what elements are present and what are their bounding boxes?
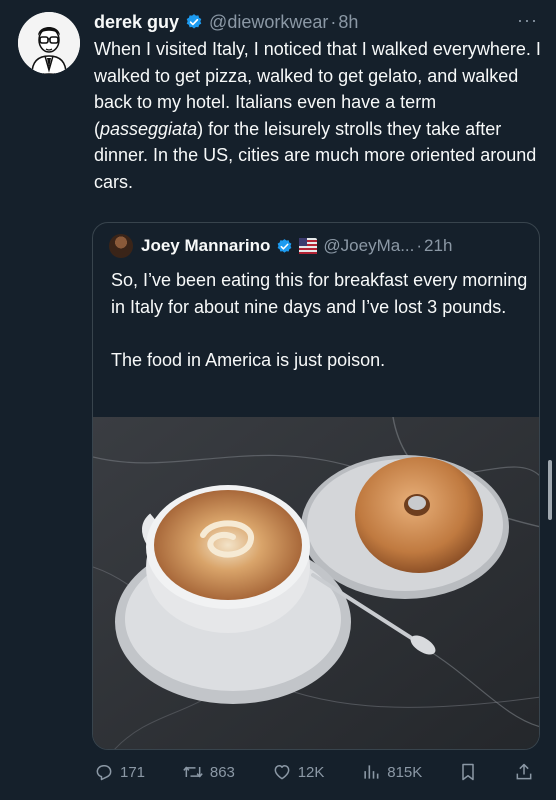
separator-dot: ·	[416, 236, 423, 255]
heart-icon	[274, 765, 290, 780]
more-options-icon[interactable]: ···	[517, 10, 538, 31]
quoted-timestamp[interactable]: 21h	[424, 236, 452, 256]
tweet[interactable]: derek guy @dieworkwear · 8h ··· When I v…	[0, 0, 556, 800]
separator-dot: ·	[330, 11, 337, 32]
action-bar: 171 863 12K 815K	[94, 760, 534, 784]
share-button[interactable]	[514, 762, 534, 782]
repost-button[interactable]: 863	[182, 762, 235, 782]
like-button[interactable]: 12K	[272, 762, 325, 782]
bookmark-button[interactable]	[459, 762, 477, 782]
tweet-text-italic: passeggiata	[100, 118, 198, 139]
author-name[interactable]: derek guy	[94, 12, 179, 33]
us-flag-icon	[299, 238, 318, 254]
quoted-tweet-text: So, I’ve been eating this for breakfast …	[111, 270, 528, 370]
reply-count: 171	[120, 763, 146, 781]
avatar[interactable]	[18, 12, 80, 74]
author-handle[interactable]: @dieworkwear	[209, 12, 328, 33]
analytics-icon	[364, 765, 379, 779]
quoted-tweet-header: Joey Mannarino @JoeyMa... · 21h	[109, 233, 527, 259]
tweet-text: When I visited Italy, I noticed that I w…	[94, 36, 546, 195]
quoted-tweet-photo[interactable]	[93, 417, 539, 749]
scrollbar[interactable]	[548, 460, 552, 520]
reply-icon	[96, 765, 112, 781]
like-count: 12K	[297, 763, 325, 781]
timestamp[interactable]: 8h	[338, 12, 358, 33]
repost-icon	[183, 766, 203, 778]
view-count: 815K	[387, 763, 423, 781]
repost-count: 863	[209, 763, 235, 781]
quoted-author-name[interactable]: Joey Mannarino	[141, 236, 270, 256]
verified-badge-icon[interactable]	[185, 13, 203, 31]
quoted-tweet[interactable]: Joey Mannarino @JoeyMa... · 21h So, I’ve…	[92, 222, 540, 750]
reply-button[interactable]: 171	[94, 762, 145, 782]
views-button[interactable]: 815K	[361, 762, 422, 782]
bookmark-icon	[462, 763, 474, 781]
verified-badge-icon[interactable]	[276, 238, 293, 255]
quoted-avatar[interactable]	[109, 234, 133, 258]
share-icon	[516, 763, 532, 780]
tweet-header: derek guy @dieworkwear · 8h	[94, 9, 536, 35]
quoted-author-handle[interactable]: @JoeyMa...	[323, 236, 414, 256]
